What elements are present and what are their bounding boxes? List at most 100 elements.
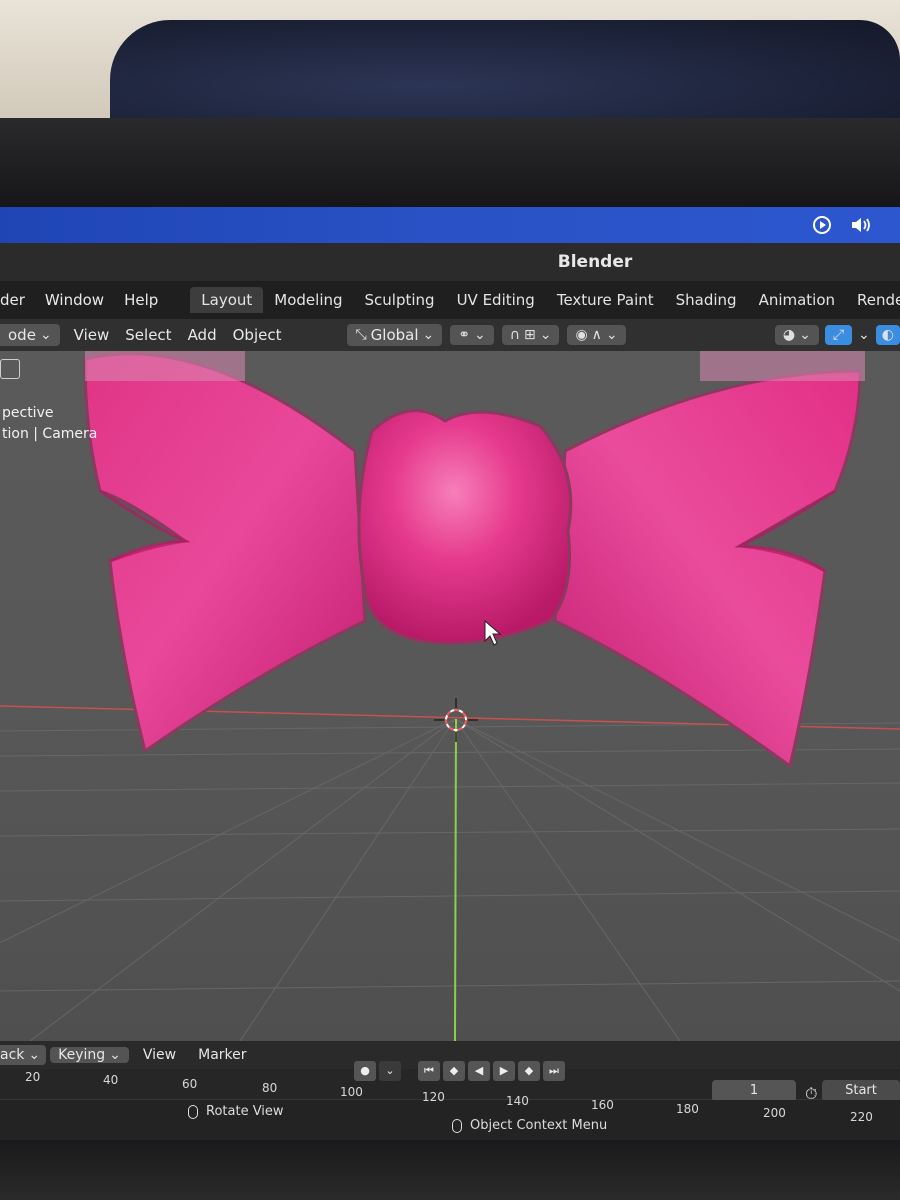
- bow-right-wing[interactable]: [553, 369, 862, 769]
- chevron-down-icon: ⌄: [109, 1047, 121, 1063]
- playback-controls: ● ⌄ ⏮ ◆ ◀ ▶ ◆ ⏭: [354, 1061, 565, 1081]
- jump-keyframe-forward-icon[interactable]: ◆: [518, 1061, 540, 1081]
- tab-uv-editing[interactable]: UV Editing: [446, 287, 546, 313]
- orientation-label: Global: [370, 326, 419, 344]
- tab-sculpting[interactable]: Sculpting: [354, 287, 446, 313]
- tick-label: 60: [182, 1077, 198, 1091]
- select-box-icon[interactable]: [0, 359, 20, 379]
- tab-modeling[interactable]: Modeling: [263, 287, 353, 313]
- tab-texture-paint[interactable]: Texture Paint: [546, 287, 665, 313]
- status-left: Rotate View: [188, 1104, 284, 1119]
- y-axis-line: [454, 718, 457, 1041]
- tab-shading[interactable]: Shading: [665, 287, 748, 313]
- snap-dropdown[interactable]: ∩ ⊞ ⌄: [501, 325, 560, 345]
- menu-add[interactable]: Add: [180, 326, 225, 344]
- pivot-dropdown[interactable]: ⚭ ⌄: [450, 325, 494, 345]
- bow-object[interactable]: [83, 351, 865, 769]
- status-rotate-view: Rotate View: [206, 1104, 284, 1119]
- play-icon[interactable]: ▶: [493, 1061, 515, 1081]
- menu-render[interactable]: der: [0, 291, 35, 309]
- overlays-toggle[interactable]: ◐: [875, 325, 900, 345]
- magnet-icon: ∩: [509, 327, 520, 343]
- tab-animation[interactable]: Animation: [748, 287, 846, 313]
- keying-label: Keying: [58, 1047, 106, 1063]
- 3d-viewport[interactable]: pective tion | Camera: [0, 351, 900, 1041]
- record-icon[interactable]: ●: [354, 1061, 376, 1081]
- tick-label: 120: [422, 1090, 445, 1104]
- tick-label: 140: [506, 1094, 529, 1108]
- chevron-down-icon: ⌄: [539, 327, 552, 343]
- proportional-edit-toggle[interactable]: ◉ ∧ ⌄: [567, 325, 626, 345]
- tab-layout[interactable]: Layout: [190, 287, 264, 313]
- view-collection-text: tion | Camera: [2, 426, 98, 442]
- playback-label: ack: [0, 1047, 25, 1063]
- background-blanket: [110, 20, 900, 130]
- chevron-down-icon[interactable]: ⌄: [858, 327, 870, 343]
- chevron-down-icon: ⌄: [422, 327, 435, 343]
- bow-left-wing[interactable]: [83, 352, 367, 754]
- bow-knot[interactable]: [357, 409, 573, 645]
- visibility-dropdown[interactable]: ◕ ⌄: [774, 325, 819, 345]
- menu-view[interactable]: View: [66, 326, 118, 344]
- play-circle-icon[interactable]: [812, 215, 832, 235]
- tick-label: 220: [850, 1110, 873, 1124]
- tick-label: 180: [676, 1102, 699, 1116]
- tick-label: 100: [340, 1085, 363, 1099]
- jump-end-icon[interactable]: ⏭: [543, 1061, 565, 1081]
- status-center: Object Context Menu: [452, 1118, 607, 1133]
- speaker-icon[interactable]: [850, 215, 870, 235]
- chevron-down-icon[interactable]: ⌄: [379, 1061, 401, 1081]
- monitor-bezel-bottom: [0, 1140, 900, 1200]
- timeline-menu-marker[interactable]: Marker: [190, 1047, 254, 1063]
- status-bar: 120 140 160 180 200 220 Rotate View Obje…: [0, 1090, 900, 1140]
- grid-floor: [0, 718, 900, 1041]
- chevron-down-icon: ⌄: [28, 1047, 41, 1063]
- tick-label: 200: [763, 1106, 786, 1120]
- mouse-right-icon: [452, 1118, 462, 1133]
- timeline-menu-view[interactable]: View: [135, 1047, 184, 1063]
- playback-dropdown[interactable]: ack ⌄: [0, 1045, 47, 1065]
- menu-help[interactable]: Help: [114, 291, 168, 309]
- menu-window[interactable]: Window: [35, 291, 114, 309]
- transform-orientation-dropdown[interactable]: ⤡ Global ⌄: [347, 324, 443, 346]
- jump-keyframe-back-icon[interactable]: ◆: [443, 1061, 465, 1081]
- current-frame-field[interactable]: 1: [712, 1080, 796, 1102]
- tick-label: 40: [103, 1073, 119, 1087]
- tab-rendering[interactable]: Rendering: [846, 287, 900, 313]
- link-icon: ⚭: [458, 327, 470, 343]
- os-top-bar: [0, 207, 900, 243]
- chevron-down-icon: ⌄: [474, 327, 486, 343]
- gizmo-toggle[interactable]: ⤢: [824, 325, 853, 345]
- mouse-middle-icon: [188, 1104, 198, 1119]
- status-context-menu: Object Context Menu: [470, 1118, 608, 1133]
- proportional-edit-icon: ◉: [575, 327, 588, 343]
- overlays-icon: ◐: [881, 327, 894, 343]
- menu-select[interactable]: Select: [117, 326, 179, 344]
- view-perspective-text: pective: [2, 405, 54, 421]
- window-title-bar: Blender: [0, 243, 900, 281]
- falloff-curve-icon: ∧: [591, 327, 602, 343]
- chevron-down-icon: ⌄: [799, 327, 811, 343]
- orientation-icon: ⤡: [355, 327, 367, 343]
- tick-label: 160: [591, 1098, 614, 1112]
- viewport-canvas[interactable]: [0, 351, 900, 1041]
- start-frame-field[interactable]: Start: [822, 1080, 900, 1102]
- menu-object[interactable]: Object: [225, 326, 290, 344]
- eye-icon: ◕: [782, 327, 796, 343]
- snap-increment-icon: ⊞: [523, 327, 536, 343]
- tick-label: 20: [25, 1070, 41, 1084]
- keying-dropdown[interactable]: Keying ⌄: [50, 1047, 129, 1063]
- viewport-info-overlay: pective tion | Camera: [2, 403, 97, 445]
- monitor-bezel-top: [0, 118, 900, 218]
- mode-dropdown[interactable]: ode ⌄: [0, 324, 60, 346]
- chevron-down-icon: ⌄: [39, 327, 52, 343]
- play-reverse-icon[interactable]: ◀: [468, 1061, 490, 1081]
- mode-label: ode: [8, 326, 36, 344]
- menu-bar: der Window Help Layout Modeling Sculptin…: [0, 281, 900, 319]
- viewport-header: ode ⌄ View Select Add Object ⤡ Global ⌄ …: [0, 319, 900, 351]
- gizmo-icon: ⤢: [832, 327, 845, 343]
- window-title: Blender: [557, 252, 633, 272]
- jump-start-icon[interactable]: ⏮: [418, 1061, 440, 1081]
- tick-label: 80: [262, 1081, 278, 1095]
- chevron-down-icon: ⌄: [605, 327, 618, 343]
